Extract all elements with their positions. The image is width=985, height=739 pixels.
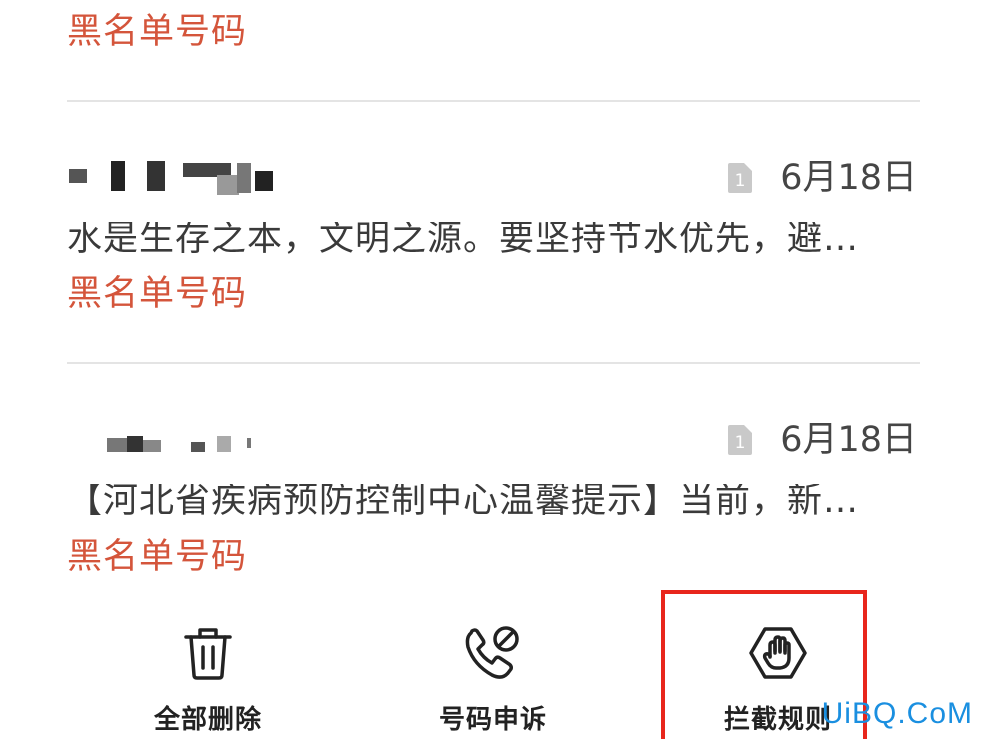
blacklist-tag: 黑名单号码 [67, 537, 248, 577]
sim-card-1-icon: 1 [728, 425, 753, 455]
svg-text:1: 1 [735, 171, 746, 191]
divider [67, 362, 920, 364]
watermark: UiBQ.CoM [821, 697, 973, 730]
divider [67, 100, 920, 102]
blacklist-tag: 黑名单号码 [67, 12, 248, 52]
number-appeal-button[interactable]: 号码申诉 [393, 625, 593, 736]
message-preview: 水是生存之本，文明之源。要坚持节水优先，避… [67, 222, 860, 257]
number-appeal-label: 号码申诉 [438, 705, 547, 735]
svg-text:1: 1 [735, 433, 746, 453]
delete-all-label: 全部删除 [153, 705, 262, 735]
sender-redacted [67, 420, 297, 460]
message-preview: 【河北省疾病预防控制中心温馨提示】当前，新… [67, 484, 860, 519]
phone-block-icon [465, 626, 519, 679]
blacklist-tag: 黑名单号码 [67, 274, 248, 314]
message-date: 6月18日 [780, 419, 917, 460]
sim-card-1-icon: 1 [728, 163, 753, 193]
delete-all-button[interactable]: 全部删除 [108, 625, 308, 736]
sender-redacted [67, 157, 297, 197]
trash-icon [184, 628, 232, 680]
message-date: 6月18日 [780, 157, 917, 198]
blocked-messages-screen: 黑名单号码 1 6月18日 水是生存之本，文明之源。要坚持节水优先，避… 黑名单… [0, 0, 985, 739]
